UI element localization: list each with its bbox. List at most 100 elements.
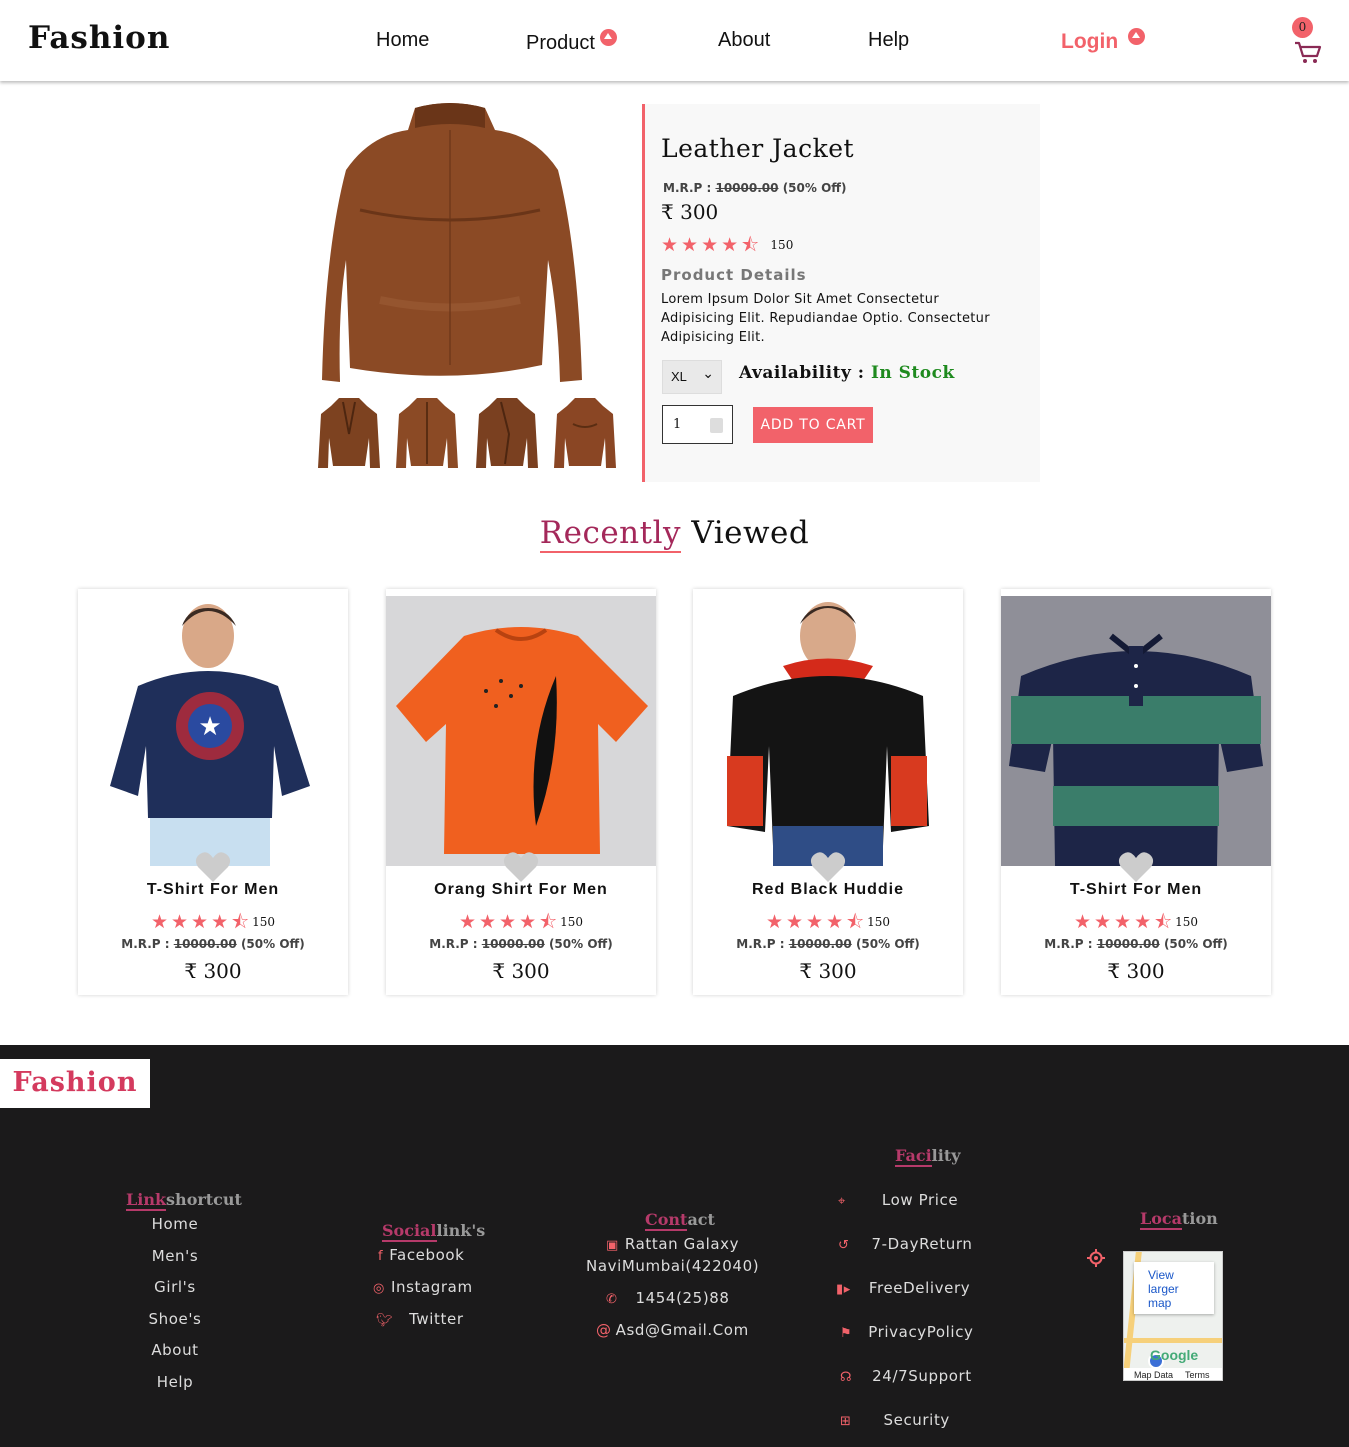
social-label: Facebook (389, 1246, 465, 1264)
mrp-value: 10000.00 (173, 937, 237, 951)
brand-logo[interactable]: Fashion (28, 20, 170, 56)
contact-address-line2: NaviMumbai(422040) (586, 1257, 760, 1275)
facility-delivery: ▮▸ FreeDelivery (836, 1279, 970, 1297)
heading-rest: act (687, 1210, 715, 1229)
card-title: T-Shirt For Men (146, 881, 280, 898)
thumbnail-2[interactable] (395, 394, 459, 472)
phone-icon: ✆ (606, 1292, 618, 1307)
heart-icon[interactable] (810, 851, 846, 883)
price-value: 300 (511, 959, 550, 983)
availability-status: In Stock (870, 363, 955, 383)
product-image (386, 596, 656, 866)
map-road (1124, 1338, 1222, 1343)
contact-email[interactable]: @ Asd@Gmail.Com (596, 1321, 749, 1339)
product-card[interactable]: Red Black Huddie ★★★★⯪150 M.R.P : 10000.… (693, 589, 963, 995)
thumbnail-1[interactable] (317, 394, 381, 472)
footer-link-about[interactable]: About (120, 1341, 230, 1359)
nav-help[interactable]: Help (868, 29, 909, 52)
star-rating-icons: ★★★★⯪ (458, 912, 561, 933)
product-card[interactable]: Orang Shirt For Men ★★★★⯪150 M.R.P : 100… (386, 589, 656, 995)
facility-low-price: ⌖ Low Price (838, 1191, 958, 1209)
cart-icon[interactable] (1294, 41, 1322, 65)
product-image (693, 596, 963, 866)
card-price: ₹ 300 (78, 959, 348, 983)
footer-heading-contact: Contact (645, 1210, 715, 1231)
thumbnail-4[interactable] (553, 394, 617, 472)
availability-label: Availability : (739, 363, 865, 383)
discount: (50% Off) (1163, 937, 1228, 951)
heart-icon[interactable] (1118, 851, 1154, 883)
facility-label: Security (883, 1411, 950, 1429)
footer-link-shoes[interactable]: Shoe's (120, 1310, 230, 1328)
star-rating-icons: ★★★★⯪ (150, 912, 253, 933)
login-button[interactable]: Login (1061, 28, 1146, 54)
footer-link-mens[interactable]: Men's (120, 1247, 230, 1265)
heading-highlight: Cont (645, 1210, 688, 1231)
card-mrp: M.R.P : 10000.00 (50% Off) (78, 937, 348, 951)
title-highlight: Recently (539, 515, 682, 553)
card-rating: ★★★★⯪150 (693, 908, 963, 940)
facility-label: FreeDelivery (868, 1279, 971, 1297)
star-rating-icons: ★★★★⯪ (661, 235, 763, 256)
rupee-icon: ₹ (1107, 959, 1121, 983)
card-title: T-Shirt For Men (1069, 881, 1203, 898)
nav-product[interactable]: Product (526, 29, 617, 55)
social-twitter[interactable]: 🐦︎ Twitter (376, 1310, 464, 1328)
login-label: Login (1061, 30, 1119, 53)
quantity-stepper[interactable]: 1 (662, 405, 733, 444)
facility-label: Low Price (881, 1191, 959, 1209)
details-heading: Product Details (661, 266, 807, 284)
site-header: Fashion Home Product About Help Login 0 (0, 0, 1349, 81)
policy-icon: ⚑ (840, 1326, 853, 1341)
footer-link-help[interactable]: Help (120, 1373, 230, 1391)
heading-highlight: Faci (895, 1146, 932, 1167)
social-facebook[interactable]: f Facebook (378, 1246, 464, 1264)
nav-about[interactable]: About (718, 29, 770, 52)
heart-icon[interactable] (195, 851, 231, 883)
facility-label: 24/7Support (872, 1367, 972, 1385)
address-card-icon: ▣ (606, 1238, 619, 1253)
map-google-logo: Google (1150, 1347, 1199, 1363)
product-details-panel: Leather Jacket M.R.P : 10000.00 (50% Off… (642, 104, 1040, 482)
product-card[interactable]: T-Shirt For Men ★★★★⯪150 M.R.P : 10000.0… (1001, 589, 1271, 995)
rupee-icon: ₹ (661, 200, 674, 224)
rupee-icon: ₹ (799, 959, 813, 983)
mrp-value: 10000.00 (481, 937, 545, 951)
facility-return: ↺ 7-DayReturn (838, 1235, 972, 1253)
footer-link-girls[interactable]: Girl's (120, 1278, 230, 1296)
thumbnail-3[interactable] (475, 394, 539, 472)
heart-icon[interactable] (503, 851, 539, 883)
product-mrp: M.R.P : 10000.00 (50% Off) (663, 181, 846, 195)
map-terms-link[interactable]: Terms (1185, 1370, 1210, 1380)
product-title: Leather Jacket (661, 134, 855, 163)
contact-address-line1: ▣ Rattan Galaxy (606, 1235, 739, 1253)
footer-logo[interactable]: Fashion (0, 1059, 150, 1108)
product-card[interactable]: ★ T-Shirt For Men ★★★★⯪150 M.R.P : 10000… (78, 589, 348, 995)
map-data-link[interactable]: Map Data (1134, 1370, 1173, 1380)
caret-up-icon (599, 29, 617, 46)
map-footer: Map Data Terms (1124, 1368, 1222, 1380)
footer-link-home[interactable]: Home (120, 1215, 230, 1233)
social-instagram[interactable]: ◎ Instagram (373, 1278, 473, 1296)
site-footer: Fashion Linkshortcut Home Men's Girl's S… (0, 1045, 1349, 1447)
footer-heading-social: Sociallink's (382, 1221, 485, 1242)
view-larger-map-link[interactable]: View larger map (1134, 1262, 1214, 1314)
rating-count: 150 (252, 915, 276, 929)
product-main-image (322, 103, 582, 382)
size-select[interactable]: XL (662, 357, 722, 394)
heading-highlight: Social (382, 1221, 437, 1242)
social-label: Twitter (409, 1310, 464, 1328)
mrp-label: M.R.P : (121, 937, 170, 951)
product-rating: ★★★★⯪ 150 (661, 231, 793, 263)
product-image (1001, 596, 1271, 866)
discount: (50% Off) (240, 937, 305, 951)
nav-home[interactable]: Home (376, 29, 429, 52)
add-to-cart-button[interactable]: ADD TO CART (753, 407, 873, 443)
location-map[interactable]: View larger map Google Map Data Terms (1123, 1251, 1223, 1381)
title-rest: Viewed (691, 515, 810, 551)
card-price: ₹ 300 (693, 959, 963, 983)
heading-rest: lity (931, 1146, 961, 1165)
instagram-icon: ◎ (373, 1281, 385, 1296)
card-mrp: M.R.P : 10000.00 (50% Off) (386, 937, 656, 951)
availability: Availability : In Stock (739, 363, 955, 383)
